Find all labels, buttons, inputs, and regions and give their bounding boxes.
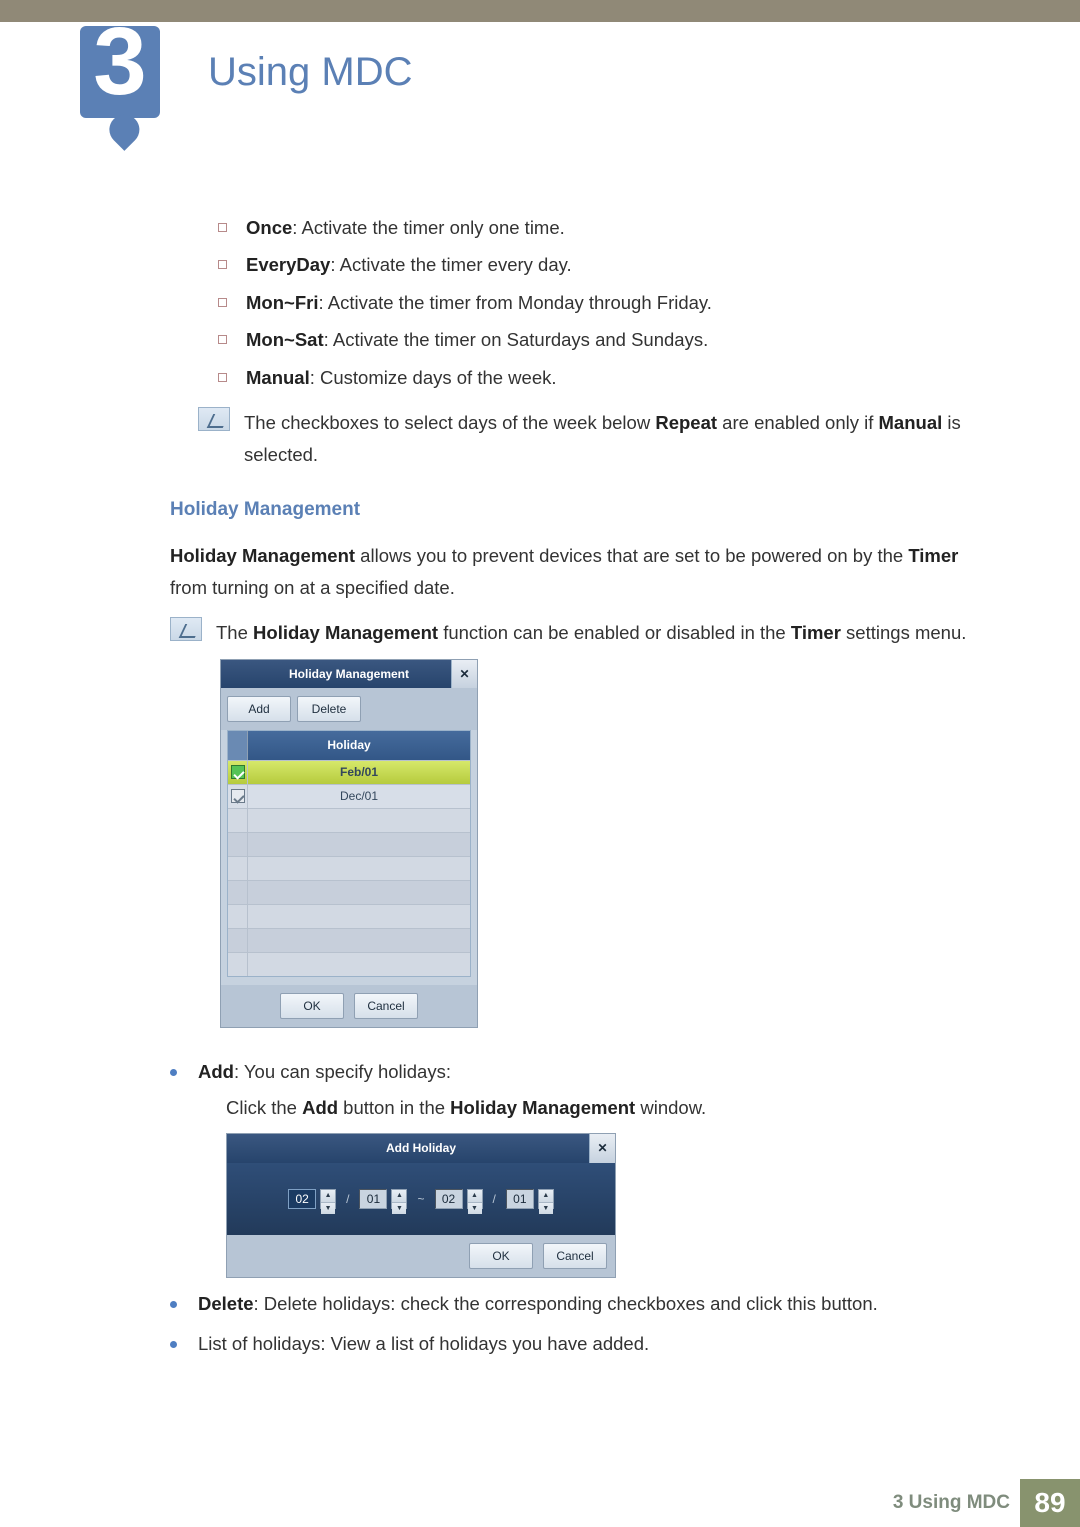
footer-label: 3 Using MDC (893, 1492, 1010, 1514)
cancel-button[interactable]: Cancel (354, 993, 418, 1019)
chapter-header: 3 Using MDC (0, 22, 1080, 122)
repeat-options-list: Once: Activate the timer only one time. … (218, 212, 990, 393)
table-row (228, 904, 470, 928)
option-name: Once (246, 217, 292, 238)
dialog-title: Holiday Management ✕ (221, 660, 477, 688)
table-row (228, 928, 470, 952)
spinner-icon[interactable]: ▲▼ (320, 1189, 336, 1209)
option-desc: : Activate the timer on Saturdays and Su… (324, 329, 709, 350)
chapter-title: Using MDC (208, 50, 412, 95)
note-text: The Holiday Management function can be e… (216, 617, 990, 648)
holiday-value: Dec/01 (248, 786, 470, 806)
note-callout: The checkboxes to select days of the wee… (198, 407, 990, 470)
checkbox-icon[interactable] (231, 765, 245, 779)
dialog-title: Add Holiday ✕ (227, 1134, 615, 1162)
spinner-icon[interactable]: ▲▼ (391, 1189, 407, 1209)
spinner-icon[interactable]: ▲▼ (538, 1189, 554, 1209)
add-holiday-dialog: Add Holiday ✕ 02 ▲▼ / 01 ▲▼ ~ 02 ▲▼ / 01 (226, 1133, 616, 1278)
square-bullet-icon (218, 335, 227, 344)
option-desc: : Activate the timer from Monday through… (318, 292, 711, 313)
option-name: EveryDay (246, 254, 330, 275)
list-item: Add: You can specify holidays: Click the… (170, 1056, 990, 1278)
square-bullet-icon (218, 260, 227, 269)
delete-button[interactable]: Delete (297, 696, 361, 722)
month-end-input[interactable]: 02 (435, 1189, 463, 1209)
holiday-management-dialog: Holiday Management ✕ Add Delete Holiday … (220, 659, 478, 1029)
square-bullet-icon (218, 373, 227, 382)
table-row[interactable]: Dec/01 (228, 784, 470, 808)
holiday-value: Feb/01 (248, 762, 470, 782)
checkbox-icon[interactable] (231, 789, 245, 803)
spinner-icon[interactable]: ▲▼ (467, 1189, 483, 1209)
ok-button[interactable]: OK (280, 993, 344, 1019)
square-bullet-icon (218, 298, 227, 307)
list-item: EveryDay: Activate the timer every day. (218, 249, 990, 280)
note-callout: The Holiday Management function can be e… (170, 617, 990, 648)
note-icon (198, 407, 230, 431)
close-icon[interactable]: ✕ (451, 660, 477, 688)
top-accent-bar (0, 0, 1080, 22)
cancel-button[interactable]: Cancel (543, 1243, 607, 1269)
dot-bullet-icon (170, 1341, 177, 1348)
day-start-input[interactable]: 01 (359, 1189, 387, 1209)
ok-button[interactable]: OK (469, 1243, 533, 1269)
sub-line: Click the Add button in the Holiday Mana… (226, 1092, 990, 1123)
list-item: Mon~Fri: Activate the timer from Monday … (218, 287, 990, 318)
list-item: List of holidays: View a list of holiday… (170, 1328, 990, 1359)
table-header: Holiday (228, 731, 470, 759)
dot-bullet-icon (170, 1069, 177, 1076)
option-desc: : Customize days of the week. (310, 367, 557, 388)
option-desc: : Activate the timer every day. (330, 254, 571, 275)
section-heading: Holiday Management (170, 494, 990, 526)
table-row (228, 832, 470, 856)
holiday-table: Holiday Feb/01 Dec/01 (227, 730, 471, 976)
list-item: Manual: Customize days of the week. (218, 362, 990, 393)
table-row (228, 808, 470, 832)
page-number: 89 (1020, 1479, 1080, 1527)
note-text: The checkboxes to select days of the wee… (244, 407, 990, 470)
chapter-number: 3 (93, 14, 146, 110)
paragraph: Holiday Management allows you to prevent… (170, 540, 990, 603)
dialog-body: 02 ▲▼ / 01 ▲▼ ~ 02 ▲▼ / 01 ▲▼ (227, 1163, 615, 1235)
list-item: Mon~Sat: Activate the timer on Saturdays… (218, 324, 990, 355)
table-row (228, 952, 470, 976)
option-desc: : Activate the timer only one time. (292, 217, 565, 238)
table-row (228, 856, 470, 880)
note-icon (170, 617, 202, 641)
option-name: Manual (246, 367, 310, 388)
actions-list: Add: You can specify holidays: Click the… (170, 1056, 990, 1359)
chapter-number-badge: 3 (80, 26, 160, 118)
add-button[interactable]: Add (227, 696, 291, 722)
day-end-input[interactable]: 01 (506, 1189, 534, 1209)
option-name: Mon~Fri (246, 292, 318, 313)
option-name: Mon~Sat (246, 329, 324, 350)
table-row (228, 880, 470, 904)
month-start-input[interactable]: 02 (288, 1189, 316, 1209)
list-item: Delete: Delete holidays: check the corre… (170, 1288, 990, 1319)
square-bullet-icon (218, 223, 227, 232)
table-row[interactable]: Feb/01 (228, 760, 470, 784)
dot-bullet-icon (170, 1301, 177, 1308)
close-icon[interactable]: ✕ (589, 1134, 615, 1162)
page-footer: 3 Using MDC 89 (0, 1479, 1080, 1527)
list-item: Once: Activate the timer only one time. (218, 212, 990, 243)
page-content: Once: Activate the timer only one time. … (0, 122, 1080, 1359)
